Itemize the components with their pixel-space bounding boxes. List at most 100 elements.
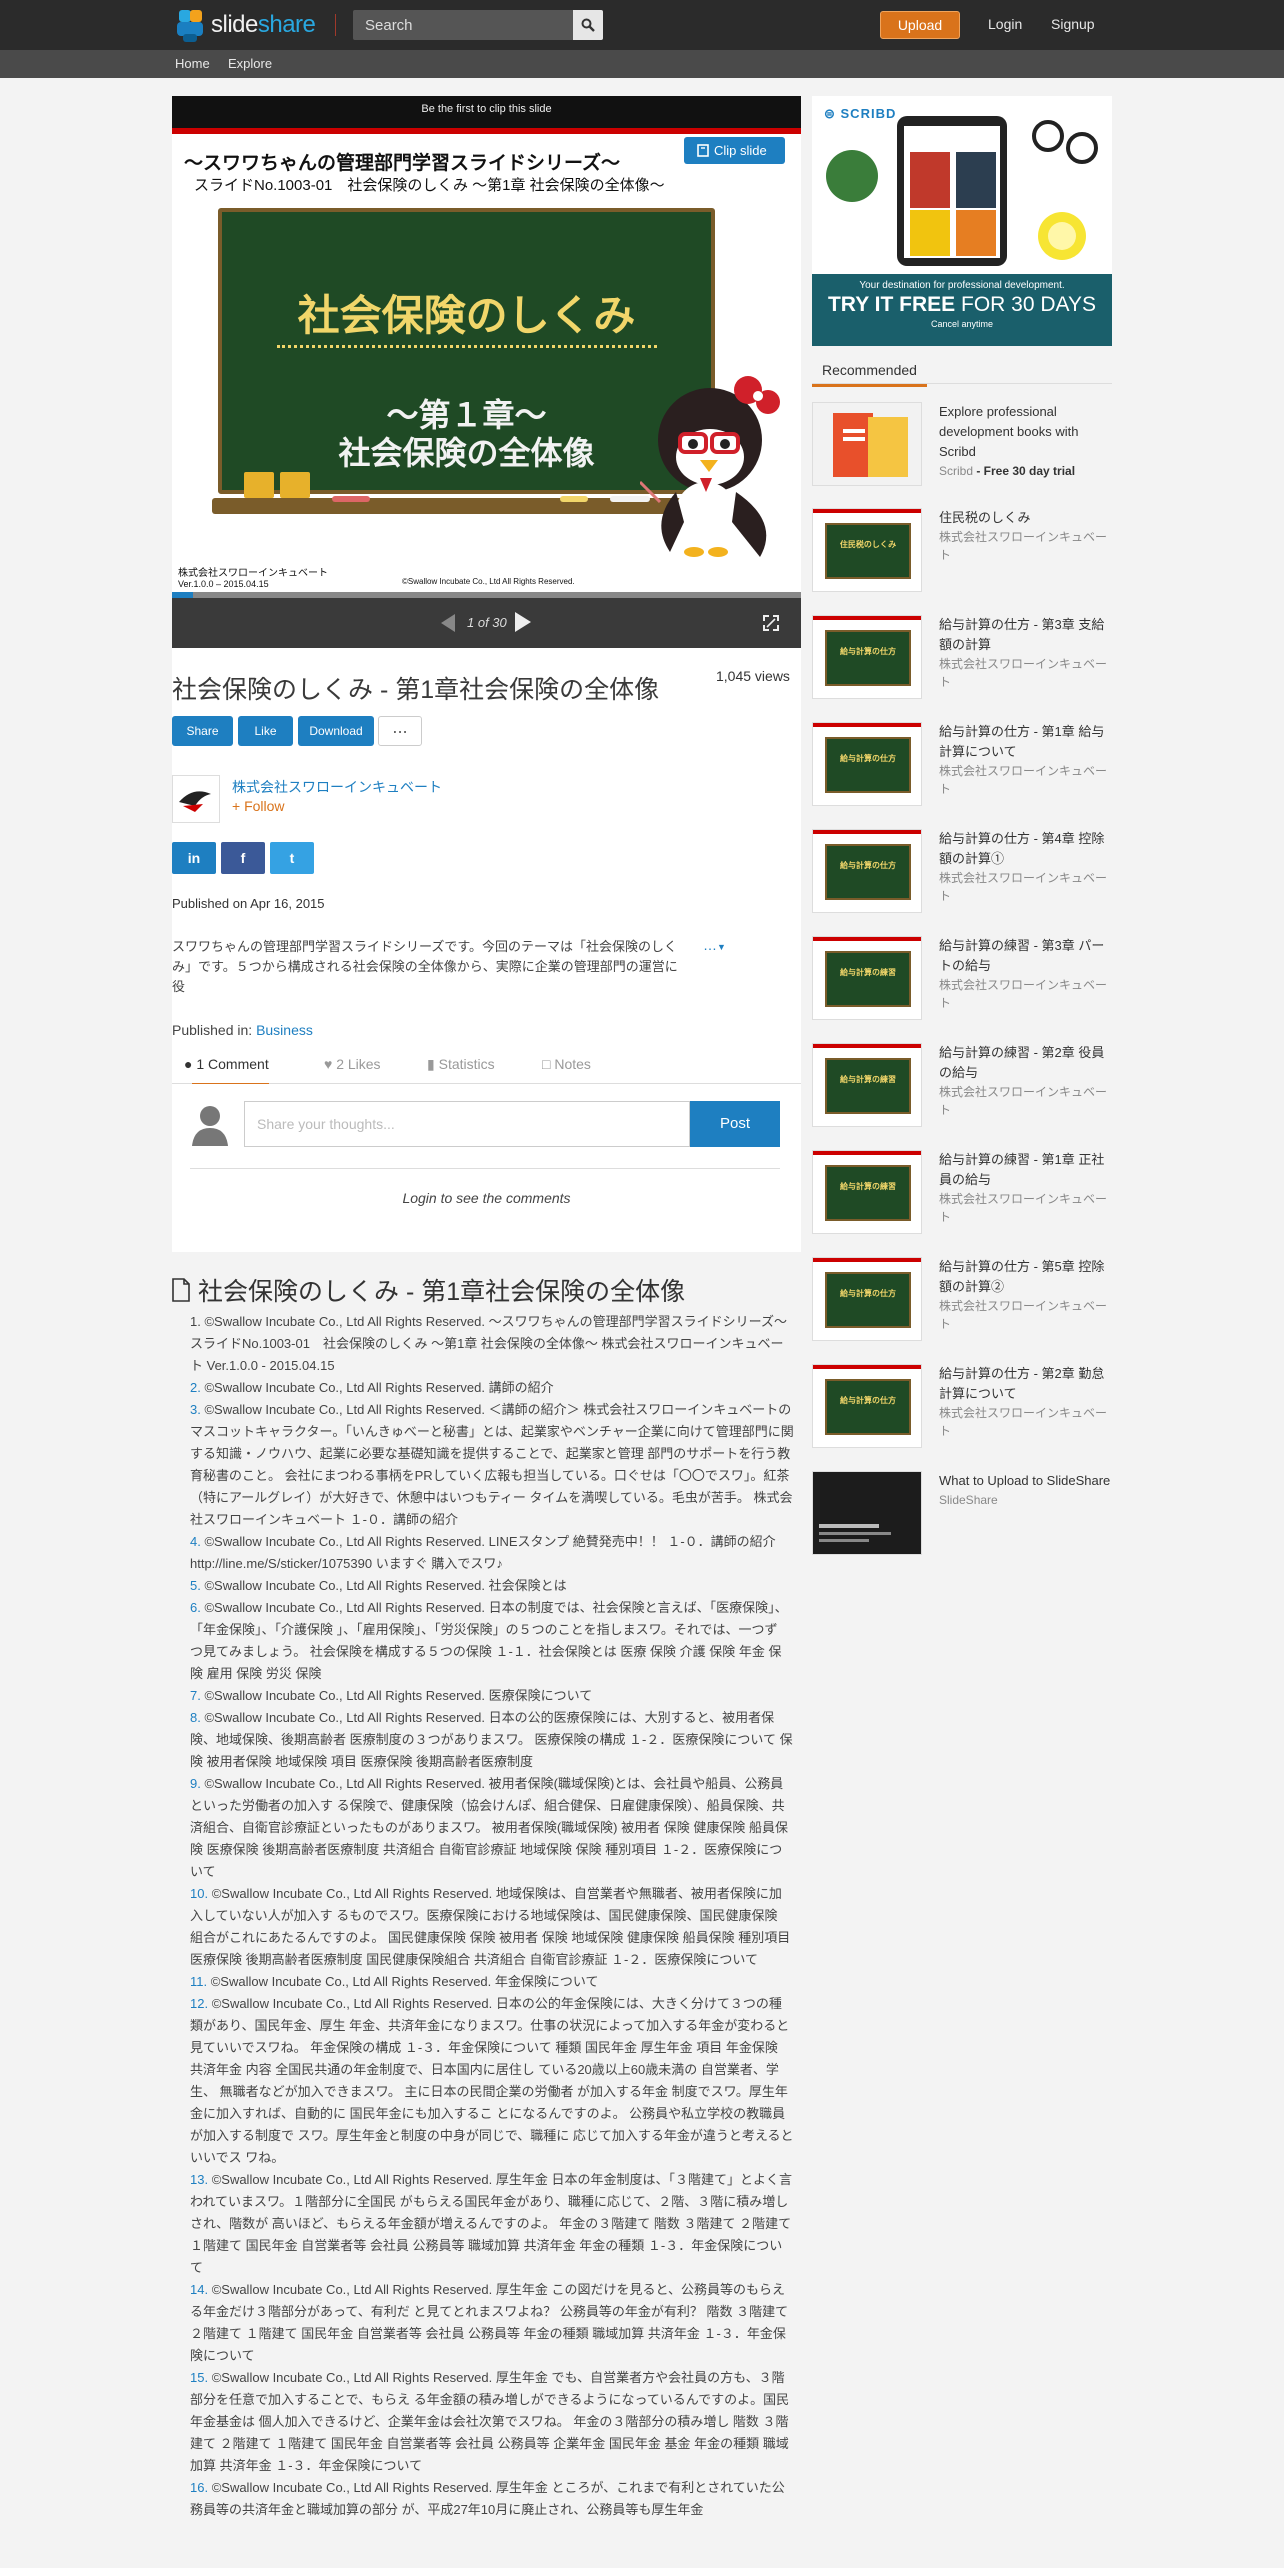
share-button[interactable]: Share — [172, 716, 233, 746]
recommended-item[interactable]: 住民税のしくみ 住民税のしくみ 株式会社スワローインキュベート — [812, 508, 1112, 594]
recommended-thumbnail[interactable]: 給与計算の仕方 — [812, 829, 922, 913]
transcript-item-number[interactable]: 16. — [190, 2480, 208, 2495]
comment-input[interactable] — [244, 1101, 690, 1147]
transcript-item-number[interactable]: 6. — [190, 1600, 201, 1615]
recommended-item[interactable]: 給与計算の練習 給与計算の練習 - 第3章 パートの給与 株式会社スワローインキュベ… — [812, 936, 1112, 1022]
thumbnail-board-title: 住民税のしくみ — [839, 540, 897, 549]
recommended-item[interactable]: 給与計算の仕方 給与計算の仕方 - 第5章 控除額の計算② 株式会社スワローインキュ… — [812, 1257, 1112, 1343]
transcript-item-number[interactable]: 13. — [190, 2172, 208, 2187]
transcript-item-number[interactable]: 9. — [190, 1776, 201, 1791]
recommended-title[interactable]: 給与計算の練習 - 第3章 パートの給与 — [939, 936, 1111, 976]
recommended-thumbnail[interactable]: 給与計算の仕方 — [812, 722, 922, 806]
recommended-thumbnail[interactable]: 住民税のしくみ — [812, 508, 922, 592]
previous-slide-icon[interactable] — [440, 613, 456, 633]
recommended-author: 株式会社スワローインキュベート — [939, 1192, 1108, 1224]
transcript-item-number[interactable]: 11. — [190, 1974, 207, 1989]
search-icon — [581, 18, 595, 32]
recommended-author: 株式会社スワローインキュベート — [939, 1299, 1108, 1331]
recommended-title[interactable]: 給与計算の仕方 - 第3章 支給額の計算 — [939, 615, 1111, 655]
author-name-link[interactable]: 株式会社スワローインキュベート — [232, 777, 442, 797]
transcript-item-number[interactable]: 5. — [190, 1578, 201, 1593]
recommended-title[interactable]: 給与計算の練習 - 第1章 正社員の給与 — [939, 1150, 1111, 1190]
post-comment-button[interactable]: Post — [690, 1101, 780, 1147]
content-tabs: ● 1 Comment ♥ 2 Likes ▮ Statistics □ Not… — [172, 1046, 801, 1086]
next-slide-icon[interactable] — [514, 611, 532, 633]
recommended-author: 株式会社スワローインキュベート — [939, 764, 1108, 796]
slideshare-logo[interactable]: slideshare — [175, 6, 316, 44]
transcript-item-number[interactable]: 8. — [190, 1710, 201, 1725]
recommended-extra: - Free 30 day trial — [973, 464, 1076, 478]
recommended-item[interactable]: 給与計算の仕方 給与計算の仕方 - 第2章 勤怠計算について 株式会社スワローインキ… — [812, 1364, 1112, 1450]
transcript-item-number[interactable]: 10. — [190, 1886, 208, 1901]
recommended-item[interactable]: 給与計算の練習 給与計算の練習 - 第1章 正社員の給与 株式会社スワローインキュベ… — [812, 1150, 1112, 1236]
video-thumbnail[interactable] — [812, 1471, 922, 1555]
transcript-item-text: ©Swallow Incubate Co., Ltd All Rights Re… — [190, 1534, 776, 1571]
thumbnail-chalkboard: 給与計算の仕方 — [825, 1379, 911, 1435]
recommended-title[interactable]: 給与計算の仕方 - 第1章 給与計算について — [939, 722, 1111, 762]
recommended-thumbnail[interactable]: 給与計算の仕方 — [812, 1364, 922, 1448]
transcript-item-number[interactable]: 7. — [190, 1688, 201, 1703]
nav-explore[interactable]: Explore — [228, 56, 272, 71]
recommended-item[interactable]: 給与計算の仕方 給与計算の仕方 - 第3章 支給額の計算 株式会社スワローインキュベ… — [812, 615, 1112, 701]
tab-notes[interactable]: □ Notes — [542, 1056, 591, 1072]
recommended-item[interactable]: 給与計算の練習 給与計算の練習 - 第2章 役員の給与 株式会社スワローインキュベー… — [812, 1043, 1112, 1129]
transcript-item-number[interactable]: 4. — [190, 1534, 201, 1549]
logo-wordmark: slideshare — [211, 11, 316, 38]
follow-button[interactable]: + Follow — [232, 798, 285, 814]
linkedin-share-button[interactable]: in — [172, 842, 216, 874]
transcript-item-number[interactable]: 12. — [190, 1996, 208, 2011]
clip-slide-button[interactable]: Clip slide — [684, 137, 785, 164]
category-link[interactable]: Business — [256, 1022, 313, 1038]
transcript-item-number[interactable]: 14. — [190, 2282, 208, 2297]
nav-home[interactable]: Home — [175, 56, 210, 71]
tab-likes[interactable]: ♥ 2 Likes — [324, 1056, 381, 1072]
scribd-ad[interactable]: ⊜ SCRIBD Your destination for profession… — [812, 96, 1112, 346]
recommended-title[interactable]: 住民税のしくみ — [939, 508, 1111, 528]
facebook-share-button[interactable]: f — [221, 842, 265, 874]
download-button[interactable]: Download — [298, 716, 374, 746]
expand-description-icon[interactable]: …▼ — [703, 937, 726, 953]
transcript-item: 12. ©Swallow Incubate Co., Ltd All Right… — [190, 1993, 794, 2169]
thumbnail-board-title: 給与計算の仕方 — [840, 1396, 896, 1405]
thumbnail-red-stripe — [813, 1044, 921, 1048]
recommended-title[interactable]: What to Upload to SlideShare — [939, 1471, 1111, 1491]
slide-viewer[interactable]: 〜スワワちゃんの管理部門学習スライドシリーズ〜 スライドNo.1003-01 社… — [172, 124, 801, 592]
recommended-thumbnail[interactable]: 給与計算の練習 — [812, 1043, 922, 1127]
clip-banner[interactable]: Be the first to clip this slide — [172, 96, 801, 124]
recommended-thumbnail[interactable]: 給与計算の練習 — [812, 936, 922, 1020]
tab-statistics[interactable]: ▮ Statistics — [427, 1056, 495, 1073]
recommended-thumbnail[interactable]: 給与計算の仕方 — [812, 615, 922, 699]
twitter-share-button[interactable]: t — [270, 842, 314, 874]
signup-link[interactable]: Signup — [1051, 16, 1095, 32]
transcript-item-number[interactable]: 2. — [190, 1380, 201, 1395]
search-input[interactable] — [353, 10, 573, 40]
recommended-item[interactable]: 給与計算の仕方 給与計算の仕方 - 第1章 給与計算について 株式会社スワローインキ… — [812, 722, 1112, 808]
recommended-title[interactable]: Explore professional development books w… — [939, 402, 1111, 462]
recommended-title[interactable]: 給与計算の仕方 - 第4章 控除額の計算① — [939, 829, 1111, 869]
author-avatar[interactable] — [172, 775, 220, 823]
more-actions-button[interactable]: ... — [378, 716, 422, 746]
tab-comments[interactable]: ● 1 Comment — [184, 1056, 269, 1086]
recommended-header: Recommended — [812, 356, 1112, 387]
recommended-item[interactable]: Explore professional development books w… — [812, 402, 1112, 488]
thumbnail-chalkboard: 給与計算の仕方 — [825, 630, 911, 686]
recommended-title[interactable]: 給与計算の練習 - 第2章 役員の給与 — [939, 1043, 1111, 1083]
thumbnail-red-stripe — [813, 1365, 921, 1369]
recommended-item[interactable]: 給与計算の仕方 給与計算の仕方 - 第4章 控除額の計算① 株式会社スワローインキュ… — [812, 829, 1112, 915]
login-link[interactable]: Login — [988, 16, 1022, 32]
transcript-item-number[interactable]: 3. — [190, 1402, 201, 1417]
recommended-title[interactable]: 給与計算の仕方 - 第5章 控除額の計算② — [939, 1257, 1111, 1297]
upload-button[interactable]: Upload — [880, 11, 960, 39]
recommended-thumbnail[interactable]: 給与計算の仕方 — [812, 1257, 922, 1341]
scribd-books-thumbnail[interactable] — [812, 402, 922, 486]
login-to-see-comments[interactable]: Login to see the comments — [172, 1190, 801, 1206]
search-button[interactable] — [573, 10, 603, 40]
transcript-item-number[interactable]: 15. — [190, 2370, 208, 2385]
fullscreen-icon[interactable] — [763, 615, 779, 631]
recommended-thumbnail[interactable]: 給与計算の練習 — [812, 1150, 922, 1234]
presentation-description: スワワちゃんの管理部門学習スライドシリーズです。今回のテーマは「社会保険のしくみ… — [172, 939, 678, 994]
like-button[interactable]: Like — [238, 716, 293, 746]
recommended-item[interactable]: What to Upload to SlideShare SlideShare — [812, 1471, 1112, 1557]
recommended-author: 株式会社スワローインキュベート — [939, 978, 1108, 1010]
recommended-title[interactable]: 給与計算の仕方 - 第2章 勤怠計算について — [939, 1364, 1111, 1404]
